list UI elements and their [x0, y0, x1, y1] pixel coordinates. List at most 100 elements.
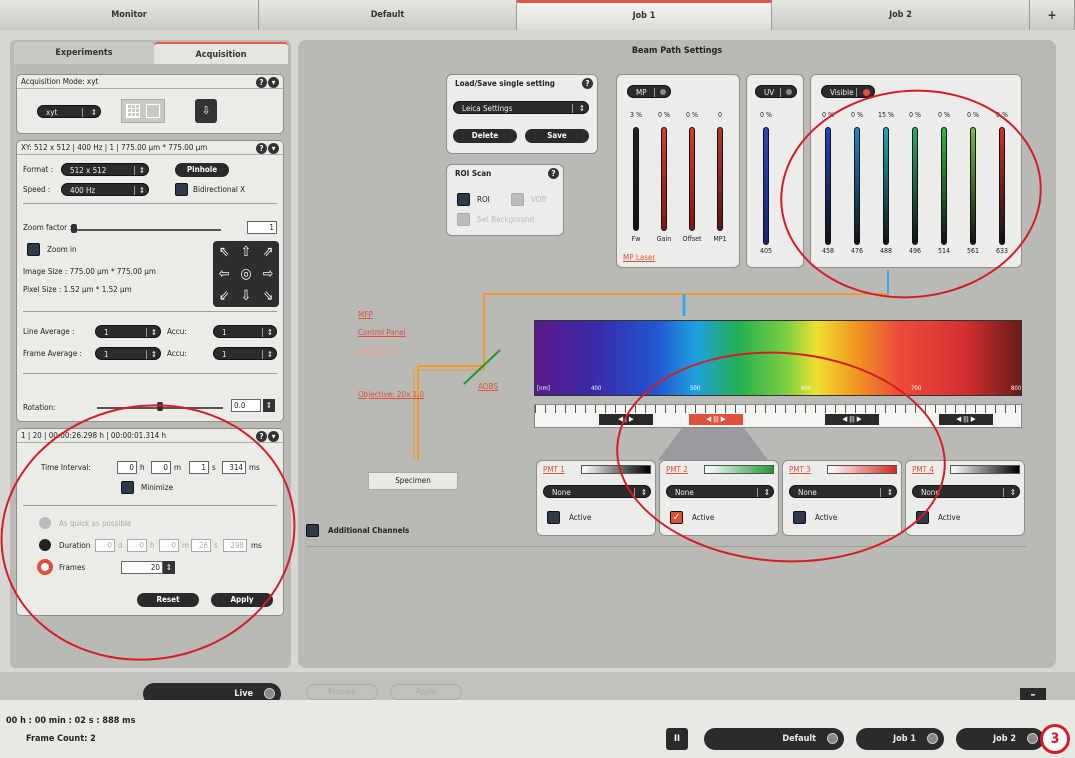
acq-mode-select[interactable]: xyt ⇕: [37, 105, 101, 118]
zoom-factor-label: Zoom factor :: [23, 223, 72, 232]
frame-average-select[interactable]: 1 ⇕: [95, 347, 161, 360]
job2-button[interactable]: Job 2: [956, 728, 1044, 750]
job2-label: Job 2: [993, 734, 1016, 744]
additional-channels-label: Additional Channels: [328, 526, 410, 535]
xy-settings-box: XY: 512 x 512 | 400 Hz | 1 | 775.00 µm *…: [16, 140, 284, 422]
tab-default[interactable]: Default: [259, 0, 517, 30]
line-average-select[interactable]: 1 ⇕: [95, 325, 161, 338]
pmt-1-active-checkbox[interactable]: [547, 511, 560, 524]
spectrum-tick: 400: [591, 385, 602, 392]
spectrum-tick: 700: [911, 385, 922, 392]
center-icon: ◎: [240, 266, 252, 282]
bidirectional-checkbox[interactable]: [175, 183, 188, 196]
specimen-box: Specimen: [368, 472, 458, 490]
live-bar: Live Prepare Apply –: [0, 672, 1075, 705]
zoom-slider-handle[interactable]: [71, 224, 77, 233]
acquisition-mode-box: Acquisition Mode: xyt ? ▾ xyt ⇕ ⇩: [16, 74, 284, 134]
frame-accu-value: 1: [222, 350, 227, 359]
spectrum-tick: [nm]: [537, 385, 550, 392]
pmt-1-value: None: [552, 488, 571, 497]
grid-icon: [126, 104, 140, 118]
frame-count: Frame Count: 2: [26, 734, 96, 744]
objective-link[interactable]: Objective: 20x 1.0: [358, 390, 424, 399]
tab-experiments[interactable]: Experiments: [14, 42, 154, 64]
default-job-label: Default: [782, 734, 816, 744]
tab-job1[interactable]: Job 1: [517, 0, 772, 30]
job1-label: Job 1: [893, 734, 916, 744]
arrow-up-right-icon: ⇗: [262, 244, 274, 260]
line-accu-select[interactable]: 1 ⇕: [213, 325, 277, 338]
format-value: 512 x 512: [70, 166, 107, 175]
zoom-in-checkbox[interactable]: [27, 243, 40, 256]
tab-monitor[interactable]: Monitor: [0, 0, 259, 30]
download-icon[interactable]: ⇩: [195, 99, 217, 123]
apply-bottom-button[interactable]: Apply: [390, 684, 462, 700]
frame-average-value: 1: [104, 350, 109, 359]
line-accu-value: 1: [222, 328, 227, 337]
arrow-up-icon: ⇧: [240, 244, 252, 260]
default-job-button[interactable]: Default: [704, 728, 844, 750]
line-average-value: 1: [104, 328, 109, 337]
rotation-input[interactable]: 0.0: [231, 399, 261, 412]
prepare-button[interactable]: Prepare: [306, 684, 378, 700]
additional-channels-checkbox[interactable]: [306, 524, 319, 537]
region-icon: [146, 104, 160, 118]
frame-accu-select[interactable]: 1 ⇕: [213, 347, 277, 360]
aobs-link[interactable]: AOBS: [478, 382, 498, 391]
pmt4-band-slider[interactable]: ◀ ǀǀǀ ▶: [939, 414, 993, 425]
speed-select[interactable]: 400 Hz ⇕: [61, 183, 149, 196]
zoom-factor-input[interactable]: 1: [247, 221, 277, 234]
step-badge: 3: [1040, 724, 1070, 754]
tab-job2[interactable]: Job 2: [772, 0, 1030, 30]
spectrum-tick: 800: [1011, 385, 1022, 392]
accu-label-2: Accu:: [167, 349, 187, 358]
arrow-down-left-icon: ⇙: [218, 288, 230, 304]
scan-field-icons[interactable]: [121, 99, 165, 123]
tab-acquisition[interactable]: Acquisition: [154, 42, 288, 64]
pinhole-button[interactable]: Pinhole: [175, 163, 229, 177]
pmt-4-lut[interactable]: [950, 465, 1020, 474]
accu-label-1: Accu:: [167, 327, 187, 336]
collapse-icon[interactable]: ▾: [268, 77, 279, 88]
pause-button[interactable]: II: [666, 728, 688, 750]
format-label: Format :: [23, 165, 54, 174]
add-tab-button[interactable]: +: [1030, 0, 1075, 30]
zoom-slider[interactable]: [71, 229, 221, 231]
collapse-icon[interactable]: ▾: [268, 143, 279, 154]
rotation-label: Rotation:: [23, 403, 56, 412]
acq-mode-value: xyt: [46, 108, 58, 117]
pan-navigation-pad[interactable]: ⇖ ⇧ ⇗ ⇦ ◎ ⇨ ⇙ ⇩ ⇘: [213, 241, 279, 307]
zoom-in-label: Zoom in: [47, 245, 77, 254]
help-icon[interactable]: ?: [256, 77, 267, 88]
arrow-up-left-icon: ⇖: [218, 244, 230, 260]
elapsed-time: 00 h : 00 min : 02 s : 888 ms: [6, 716, 136, 726]
status-bar: 00 h : 00 min : 02 s : 888 ms Frame Coun…: [0, 700, 1075, 758]
collapse-icon[interactable]: ▾: [268, 431, 279, 442]
pmt-1-active-label: Active: [569, 513, 592, 522]
arrow-right-icon: ⇨: [262, 266, 274, 282]
line-average-label: Line Average :: [23, 327, 75, 336]
control-panel-link[interactable]: Control Panel: [358, 328, 406, 337]
app-window: Monitor Default Job 1 Job 2 + Experiment…: [0, 0, 1075, 758]
help-icon[interactable]: ?: [256, 431, 267, 442]
divider: [306, 546, 1026, 547]
image-size: Image Size : 775.00 µm * 775.00 µm: [23, 267, 156, 276]
specimen-link[interactable]: Specimen: [358, 346, 394, 355]
frame-average-label: Frame Average :: [23, 349, 82, 358]
speed-label: Speed :: [23, 185, 51, 194]
arrow-left-icon: ⇦: [218, 266, 230, 282]
job1-button[interactable]: Job 1: [856, 728, 944, 750]
help-icon[interactable]: ?: [256, 143, 267, 154]
pixel-size: Pixel Size : 1.52 µm * 1.52 µm: [23, 285, 132, 294]
pmt-1-label[interactable]: PMT 1: [543, 465, 565, 474]
pmt-4-active-label: Active: [938, 513, 961, 522]
acq-mode-title: Acquisition Mode: xyt ? ▾: [17, 75, 283, 89]
xy-title: XY: 512 x 512 | 400 Hz | 1 | 775.00 µm *…: [17, 141, 283, 155]
speed-value: 400 Hz: [70, 186, 96, 195]
rotation-stepper[interactable]: ⇕: [263, 399, 275, 412]
format-select[interactable]: 512 x 512 ⇕: [61, 163, 149, 176]
bidirectional-label: Bidirectional X: [193, 185, 246, 194]
arrow-down-right-icon: ⇘: [262, 288, 274, 304]
mfp-link[interactable]: MFP: [358, 310, 373, 319]
live-label: Live: [234, 689, 253, 699]
